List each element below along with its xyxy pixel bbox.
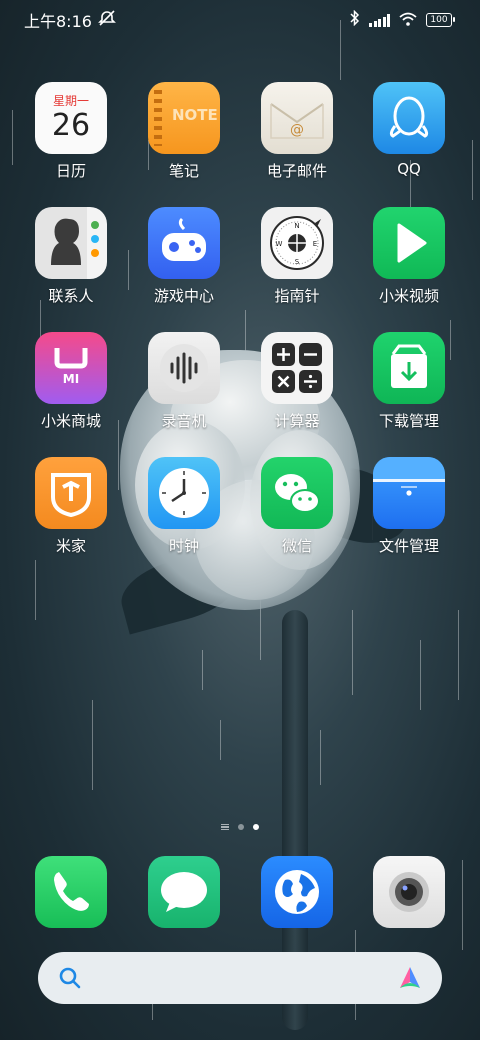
app-label: 下载管理 <box>378 412 439 430</box>
envelope-icon: @ <box>261 82 333 154</box>
app-label: QQ <box>397 160 421 178</box>
page-indicator[interactable] <box>0 824 480 830</box>
app-wechat[interactable]: 微信 <box>241 457 353 556</box>
svg-text:@: @ <box>290 122 304 138</box>
app-downloads[interactable]: 下载管理 <box>353 332 465 431</box>
message-bubble-icon <box>148 856 220 928</box>
svg-text:W: W <box>276 240 283 248</box>
search-bar[interactable] <box>38 952 442 1004</box>
camera-icon <box>373 856 445 928</box>
wifi-icon <box>399 11 417 30</box>
app-label: 游戏中心 <box>153 287 214 305</box>
dock-messages[interactable] <box>128 856 240 928</box>
app-game-center[interactable]: 游戏中心 <box>128 207 240 306</box>
calculator-icon <box>261 332 333 404</box>
mi-home-icon <box>35 457 107 529</box>
app-label: 文件管理 <box>378 537 439 555</box>
app-label: 小米视频 <box>378 287 439 305</box>
calendar-icon: 星期一 26 <box>35 82 107 154</box>
notes-icon: NOTE <box>148 82 220 154</box>
app-contacts[interactable]: 联系人 <box>15 207 127 306</box>
assistant-logo-icon[interactable] <box>396 964 424 996</box>
app-recorder[interactable]: 录音机 <box>128 332 240 431</box>
app-compass[interactable]: N S W E 指南针 <box>241 207 353 306</box>
app-label: 联系人 <box>48 287 94 305</box>
status-bar: 上午8:16 100 <box>24 8 455 32</box>
app-email[interactable]: @ 电子邮件 <box>241 82 353 181</box>
dock-browser[interactable] <box>241 856 353 928</box>
app-calendar[interactable]: 星期一 26 日历 <box>15 82 127 181</box>
app-notes[interactable]: NOTE 笔记 <box>128 82 240 181</box>
mute-alarm-icon <box>98 10 116 30</box>
download-box-icon <box>373 332 445 404</box>
app-label: 米家 <box>55 537 86 555</box>
app-label: 日历 <box>55 162 86 180</box>
penguin-icon <box>373 82 445 154</box>
compass-icon: N S W E <box>261 207 333 279</box>
phone-icon <box>35 856 107 928</box>
bluetooth-icon <box>350 9 360 30</box>
app-file-manager[interactable]: 文件管理 <box>353 457 465 556</box>
app-mi-home[interactable]: 米家 <box>15 457 127 556</box>
app-label: 电子邮件 <box>266 162 327 180</box>
gamepad-icon <box>148 207 220 279</box>
play-icon <box>373 207 445 279</box>
battery-icon: 100 <box>426 13 455 27</box>
shopping-bag-icon: MI <box>35 332 107 404</box>
app-qq[interactable]: QQ <box>353 82 465 178</box>
sound-wave-icon <box>148 332 220 404</box>
mi-store-icon-text: MI <box>62 372 80 386</box>
signal-icon <box>369 13 390 27</box>
page-dot-2[interactable] <box>253 824 259 830</box>
app-mi-store[interactable]: MI 小米商城 <box>15 332 127 431</box>
page-dot-1[interactable] <box>238 824 244 830</box>
calendar-day: 26 <box>51 108 91 143</box>
app-clock[interactable]: 时钟 <box>128 457 240 556</box>
svg-text:N: N <box>294 222 299 230</box>
app-label: 小米商城 <box>40 412 101 430</box>
clock-icon <box>148 457 220 529</box>
dock-phone[interactable] <box>15 856 127 928</box>
feed-page-icon[interactable] <box>221 824 229 830</box>
search-icon <box>58 966 82 994</box>
battery-level: 100 <box>430 15 448 25</box>
notes-icon-text: NOTE <box>172 106 218 124</box>
calendar-weekday: 星期一 <box>52 94 89 108</box>
contact-card-icon <box>35 207 107 279</box>
app-label: 计算器 <box>274 412 320 430</box>
wechat-icon <box>261 457 333 529</box>
app-label: 时钟 <box>168 537 199 555</box>
svg-text:S: S <box>295 258 300 266</box>
svg-text:E: E <box>313 240 317 248</box>
app-calculator[interactable]: 计算器 <box>241 332 353 431</box>
app-mi-video[interactable]: 小米视频 <box>353 207 465 306</box>
clock-time: 上午8:16 <box>24 12 92 31</box>
dock-camera[interactable] <box>353 856 465 928</box>
app-label: 微信 <box>281 537 312 555</box>
globe-icon <box>261 856 333 928</box>
app-label: 录音机 <box>161 412 207 430</box>
app-label: 指南针 <box>274 287 320 305</box>
app-label: 笔记 <box>168 162 199 180</box>
folder-icon <box>373 457 445 529</box>
